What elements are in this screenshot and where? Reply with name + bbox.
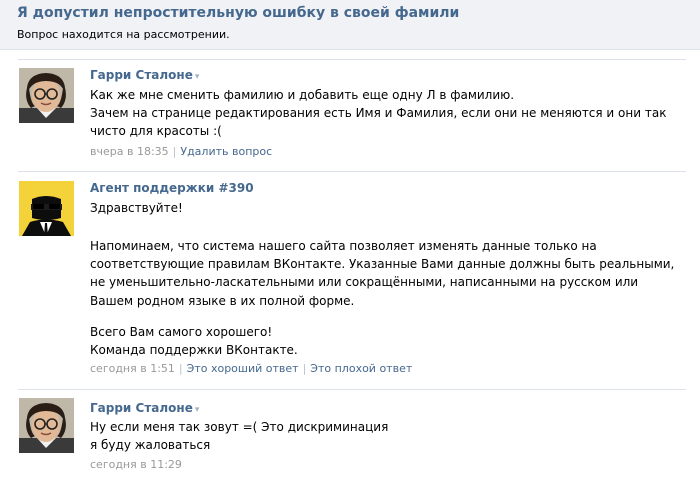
closing-line: Всего Вам самого хорошего! — [90, 325, 273, 339]
question-header: Я допустил непростительную ошибку в свое… — [0, 0, 700, 50]
page-title: Я допустил непростительную ошибку в свое… — [17, 5, 460, 21]
divider — [18, 389, 686, 390]
chevron-down-icon[interactable]: ▾ — [195, 405, 200, 415]
body-text: Напоминаем, что система нашего сайта поз… — [90, 239, 675, 308]
message-closing: Всего Вам самого хорошего! Команда подде… — [90, 323, 680, 359]
timestamp: вчера в 18:35 — [90, 145, 169, 158]
delete-question-link[interactable]: Удалить вопрос — [180, 145, 272, 158]
divider — [18, 171, 686, 172]
message-line: Зачем на странице редактирования есть Им… — [90, 106, 667, 139]
question-status: Вопрос находится на рассмотрении. — [17, 28, 230, 41]
chevron-down-icon[interactable]: ▾ — [195, 72, 200, 82]
message-line: я буду жаловаться — [90, 438, 211, 453]
message-meta: вчера в 18:35 | Удалить вопрос — [90, 145, 272, 158]
message-body: Напоминаем, что система нашего сайта поз… — [90, 237, 680, 310]
message-author[interactable]: Гарри Сталоне ▾ — [90, 68, 199, 82]
greeting-text: Здравствуйте! — [90, 201, 183, 215]
agent-avatar-icon[interactable] — [19, 181, 74, 236]
message-greeting: Здравствуйте! — [90, 199, 680, 217]
bad-answer-link[interactable]: Это плохой ответ — [310, 362, 412, 375]
meta-separator: | — [172, 145, 177, 158]
user-avatar-icon[interactable] — [19, 398, 74, 453]
message-meta: сегодня в 1:51 | Это хороший ответ | Это пло… — [90, 362, 412, 375]
meta-separator: | — [178, 362, 183, 375]
timestamp: сегодня в 11:29 — [90, 458, 182, 471]
user-avatar-icon[interactable] — [19, 68, 74, 123]
message-text: Как же мне сменить фамилию и добавить ещ… — [90, 86, 680, 141]
author-name[interactable]: Гарри Сталоне — [90, 401, 193, 415]
divider — [18, 59, 686, 60]
author-name[interactable]: Гарри Сталоне — [90, 68, 193, 82]
message-line: Как же мне сменить фамилию и добавить ещ… — [90, 88, 515, 102]
message-text: Ну если меня так зовут =( Это дискримина… — [90, 418, 680, 454]
message-meta: сегодня в 11:29 — [90, 458, 182, 471]
message-author[interactable]: Гарри Сталоне ▾ — [90, 401, 199, 415]
good-answer-link[interactable]: Это хороший ответ — [187, 362, 299, 375]
message-line: Ну если меня так зовут =( Это дискримина… — [90, 420, 389, 434]
message-author[interactable]: Агент поддержки #390 — [90, 181, 254, 195]
meta-separator: | — [302, 362, 307, 375]
timestamp: сегодня в 1:51 — [90, 362, 175, 375]
author-name[interactable]: Агент поддержки #390 — [90, 181, 254, 195]
closing-line: Команда поддержки ВКонтакте. — [90, 343, 298, 358]
